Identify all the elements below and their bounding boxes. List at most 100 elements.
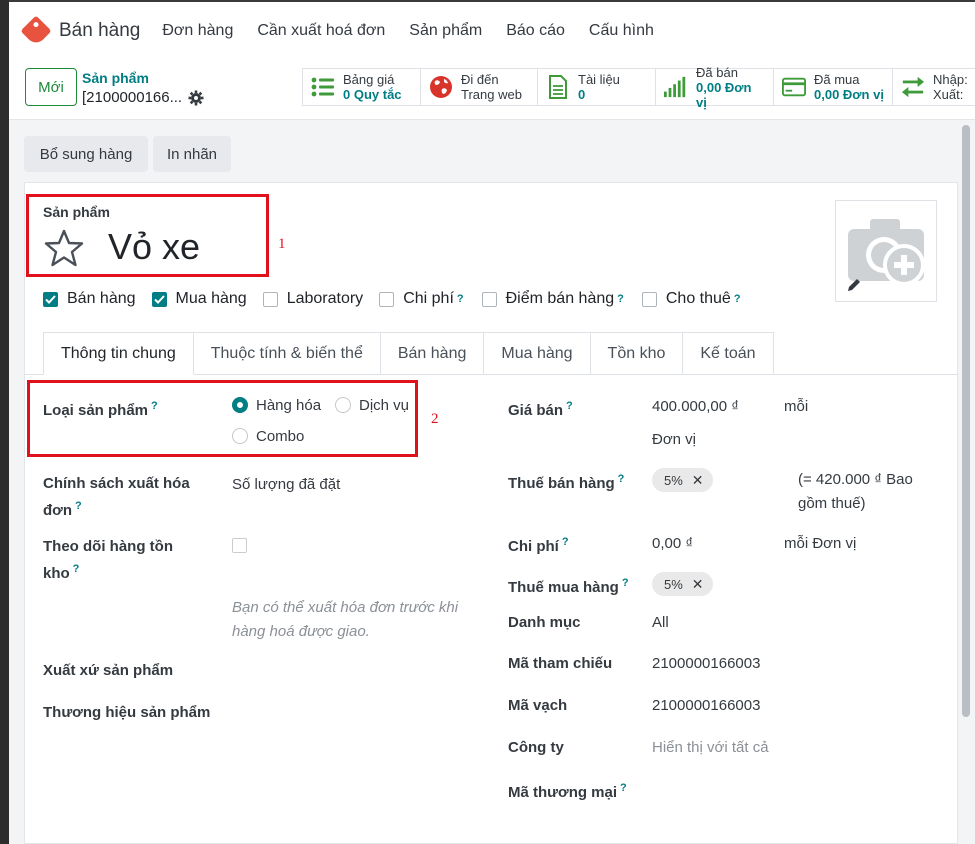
category-value[interactable]: All [652,611,669,635]
smart-value: 0,00 Đơn vị [814,87,884,102]
smart-button-purchased[interactable]: Đã mua 0,00 Đơn vị [774,68,893,106]
help-icon[interactable]: ? [617,293,624,305]
nav-item-configuration[interactable]: Cấu hình [589,22,654,40]
tab-general-info[interactable]: Thông tin chung [43,332,194,375]
checkbox-box[interactable] [262,291,278,307]
smart-value: 0 [578,87,586,102]
nav-item-products[interactable]: Sản phẩm [409,22,482,40]
print-labels-button[interactable]: In nhãn [153,136,231,172]
breadcrumb-current-label: [2100000166... [82,89,183,106]
smart-value: Trang web [461,87,522,102]
company-label: Công ty [508,739,564,756]
checkbox-label: Bán hàng [67,290,136,307]
annotation-number-1: 1 [278,236,286,252]
tab-sales[interactable]: Bán hàng [380,332,485,375]
barcode-label: Mã vạch [508,697,568,714]
smart-label: Đã bán [696,64,738,80]
invoice-hint-line2: hàng hoá được giao. [232,623,370,640]
close-icon[interactable]: ✕ [692,576,704,593]
smart-button-pricelist[interactable]: Bảng giá 0 Quy tắc [302,68,421,106]
checkbox-label: Laboratory [286,290,364,307]
tab-attributes-variants[interactable]: Thuộc tính & biến thể [193,332,381,375]
company-field[interactable]: Hiển thị với tất cả [652,736,769,760]
annotation-box-2 [27,380,418,457]
smart-value: 0 Quy tắc [343,87,402,102]
sales-tag-icon[interactable] [20,15,52,47]
top-navbar: Bán hàng Đơn hàng Cần xuất hoá đơn Sản p… [9,2,975,60]
checkbox-box[interactable] [481,291,497,307]
checkbox-expense[interactable]: Chi phí? [379,290,464,308]
smart-label: Đi đến [461,72,499,87]
close-icon[interactable]: ✕ [692,472,704,489]
checkbox-box[interactable] [641,291,657,307]
invoice-policy-label-line1: Chính sách xuất hóa [43,475,190,492]
track-inventory-label-line1: Theo dõi hàng tồn [43,538,173,555]
tab-accounting[interactable]: Kế toán [683,332,774,375]
tax-included-text: (= 420.000 ₫ Bao gồm thuế) [798,468,913,516]
nav-item-to-invoice[interactable]: Cần xuất hoá đơn [257,22,385,40]
checkbox-label: Chi phí [403,290,454,307]
cost-label: Chi phí? [508,536,569,555]
category-label: Danh mục [508,614,581,631]
replenish-button[interactable]: Bổ sung hàng [24,136,148,172]
reference-value[interactable]: 2100000166003 [652,652,760,676]
pencil-icon[interactable] [846,277,862,297]
checkbox-box[interactable] [379,291,395,307]
sale-price-value[interactable]: 400.000,00 ₫ [652,395,739,419]
annotation-number-2: 2 [431,411,439,427]
nav-item-orders[interactable]: Đơn hàng [162,22,233,40]
barcode-value[interactable]: 2100000166003 [652,694,760,718]
smart-button-sold[interactable]: Đã bán 0,00 Đơn vị [656,64,774,110]
app-name[interactable]: Bán hàng [59,20,140,42]
checkbox-checked-icon[interactable] [43,291,58,307]
help-icon[interactable]: ? [734,293,741,305]
smart-button-in-out[interactable]: Nhập: Xuất: [893,68,975,106]
credit-card-icon [782,75,806,99]
sales-tax-badge[interactable]: 5% ✕ [652,468,713,492]
invoice-policy-value[interactable]: Số lượng đã đặt [232,473,340,497]
nav-menu: Đơn hàng Cần xuất hoá đơn Sản phẩm Báo c… [162,22,654,40]
tax-included-line2: gồm thuế) [798,495,866,512]
cost-value[interactable]: 0,00 ₫ [652,532,693,556]
trade-code-label: Mã thương mại? [508,782,627,801]
checkbox-checked-icon[interactable] [151,291,167,307]
smart-label: Bảng giá [343,72,395,87]
scrollbar[interactable] [962,125,970,717]
product-image[interactable] [835,200,937,302]
nav-item-reports[interactable]: Báo cáo [506,22,565,40]
track-inventory-label: Theo dõi hàng tồn kho? [43,538,173,582]
checkbox-purchase[interactable]: Mua hàng [151,290,247,308]
track-inventory-checkbox[interactable] [232,538,247,553]
purchase-tax-badge-text: 5% [664,576,683,592]
smart-button-website[interactable]: Đi đến Trang web [421,68,538,106]
smart-button-documents[interactable]: Tài liệu 0 [538,68,656,106]
sale-price-unit: Đơn vị [652,431,697,448]
signal-bars-icon [664,75,688,99]
purchase-tax-label: Thuế mua hàng? [508,577,629,596]
trade-code-label-text: Mã thương mại [508,784,618,801]
breadcrumb-current: [2100000166... [82,89,204,106]
invoice-hint-line1: Bạn có thể xuất hóa đơn trước khi [232,599,459,616]
invoice-policy-label: Chính sách xuất hóa đơn? [43,475,190,519]
sale-price-per: mỗi [784,398,809,415]
brand-label: Thương hiệu sản phẩm [43,704,211,721]
purchase-tax-label-text: Thuế mua hàng [508,579,619,596]
checkbox-sales[interactable]: Bán hàng [43,290,136,308]
gear-icon[interactable] [188,90,204,106]
cost-label-text: Chi phí [508,538,559,555]
new-button[interactable]: Mới [25,68,77,106]
purchase-tax-badge[interactable]: 5% ✕ [652,572,713,596]
checkbox-label: Điểm bán hàng [505,290,615,307]
checkbox-rental[interactable]: Cho thuê? [641,290,741,308]
sales-tax-label: Thuế bán hàng? [508,473,625,492]
form-tabs: Thông tin chung Thuộc tính & biến thể Bá… [43,332,774,375]
checkbox-laboratory[interactable]: Laboratory [262,290,364,308]
origin-label: Xuất xứ sản phẩm [43,662,174,679]
tab-inventory[interactable]: Tồn kho [590,332,684,375]
control-panel: Mới Sản phẩm [2100000166... Bảng giá 0 Qu… [9,60,975,120]
checkbox-pos[interactable]: Điểm bán hàng? [481,290,624,308]
product-options: Bán hàng Mua hàng Laboratory Chi phí? Đi… [43,290,741,308]
breadcrumb-parent[interactable]: Sản phẩm [82,70,149,86]
tab-purchase[interactable]: Mua hàng [484,332,591,375]
help-icon[interactable]: ? [457,293,464,305]
